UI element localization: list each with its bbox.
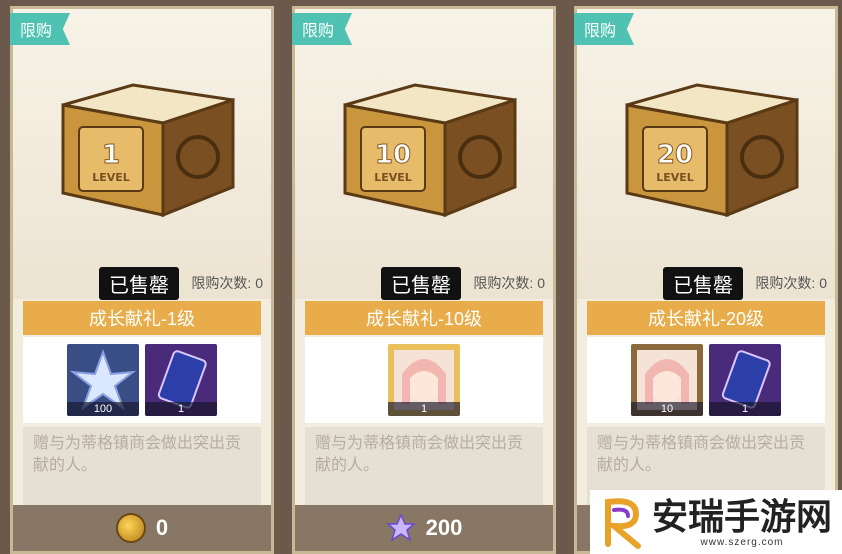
gift-title: 成长献礼-1级 bbox=[23, 301, 261, 335]
purchase-limit-text: 限购次数: 0 bbox=[755, 275, 827, 291]
site-watermark: 安瑞手游网 www.szerg.com bbox=[590, 490, 842, 554]
item-count: 10 bbox=[631, 402, 703, 416]
sold-out-badge: 已售罄 bbox=[663, 267, 743, 300]
chest-level-number: 1 bbox=[102, 140, 120, 170]
item-count: 1 bbox=[388, 402, 460, 416]
limited-tag: 限购 bbox=[10, 13, 71, 45]
gift-card-1[interactable]: 限购 1 LEVEL 已售罄 限购次数: 0 成长献礼-1级 100 1 赠与为… bbox=[10, 6, 274, 554]
item-count: 100 bbox=[67, 402, 139, 416]
purchase-limit-text: 限购次数: 0 bbox=[473, 275, 545, 291]
item-count: 1 bbox=[709, 402, 781, 416]
sold-out-badge: 已售罄 bbox=[99, 267, 179, 300]
reward-items: 100 1 bbox=[23, 337, 261, 423]
crystal-star-icon bbox=[385, 513, 416, 542]
gift-description: 赠与为蒂格镇商会做出突出贡献的人。 bbox=[305, 427, 543, 507]
gift-card-20[interactable]: 限购 20 LEVEL 已售罄 限购次数: 0 成长献礼-20级 10 1 赠与… bbox=[574, 6, 838, 554]
character-portrait-icon[interactable]: 1 bbox=[388, 344, 460, 416]
limited-tag: 限购 bbox=[574, 13, 635, 45]
gift-title: 成长献礼-10级 bbox=[305, 301, 543, 335]
watermark-url: www.szerg.com bbox=[700, 536, 784, 548]
character-portrait-icon[interactable]: 10 bbox=[631, 344, 703, 416]
price-value: 0 bbox=[155, 515, 169, 540]
chest-level-word: LEVEL bbox=[92, 171, 130, 184]
ticket-card-icon[interactable]: 1 bbox=[145, 344, 217, 416]
watermark-logo-icon bbox=[604, 498, 641, 549]
treasure-chest-icon: 1 LEVEL bbox=[43, 75, 247, 225]
price-bar[interactable]: 0 bbox=[13, 505, 271, 551]
crystal-star-icon[interactable]: 100 bbox=[67, 344, 139, 416]
purchase-limit-text: 限购次数: 0 bbox=[191, 275, 263, 291]
ticket-card-icon[interactable]: 1 bbox=[709, 344, 781, 416]
chest-level-number: 10 bbox=[375, 140, 411, 170]
chest-level-word: LEVEL bbox=[656, 171, 694, 184]
treasure-chest-icon: 10 LEVEL bbox=[325, 75, 529, 225]
item-count: 1 bbox=[145, 402, 217, 416]
chest-level-word: LEVEL bbox=[374, 171, 412, 184]
gold-coin-icon bbox=[115, 513, 146, 543]
reward-items: 10 1 bbox=[587, 337, 825, 423]
gift-card-10[interactable]: 限购 10 LEVEL 已售罄 限购次数: 0 成长献礼-10级 1 赠与为蒂格… bbox=[292, 6, 556, 554]
gift-title: 成长献礼-20级 bbox=[587, 301, 825, 335]
reward-items: 1 bbox=[305, 337, 543, 423]
chest-level-number: 20 bbox=[657, 140, 693, 170]
price-value: 200 bbox=[425, 515, 463, 540]
treasure-chest-icon: 20 LEVEL bbox=[607, 75, 811, 225]
sold-out-badge: 已售罄 bbox=[381, 267, 461, 300]
price-bar[interactable]: 200 bbox=[295, 505, 553, 551]
watermark-text: 安瑞手游网 bbox=[652, 495, 833, 537]
gift-description: 赠与为蒂格镇商会做出突出贡献的人。 bbox=[23, 427, 261, 507]
limited-tag: 限购 bbox=[292, 13, 353, 45]
